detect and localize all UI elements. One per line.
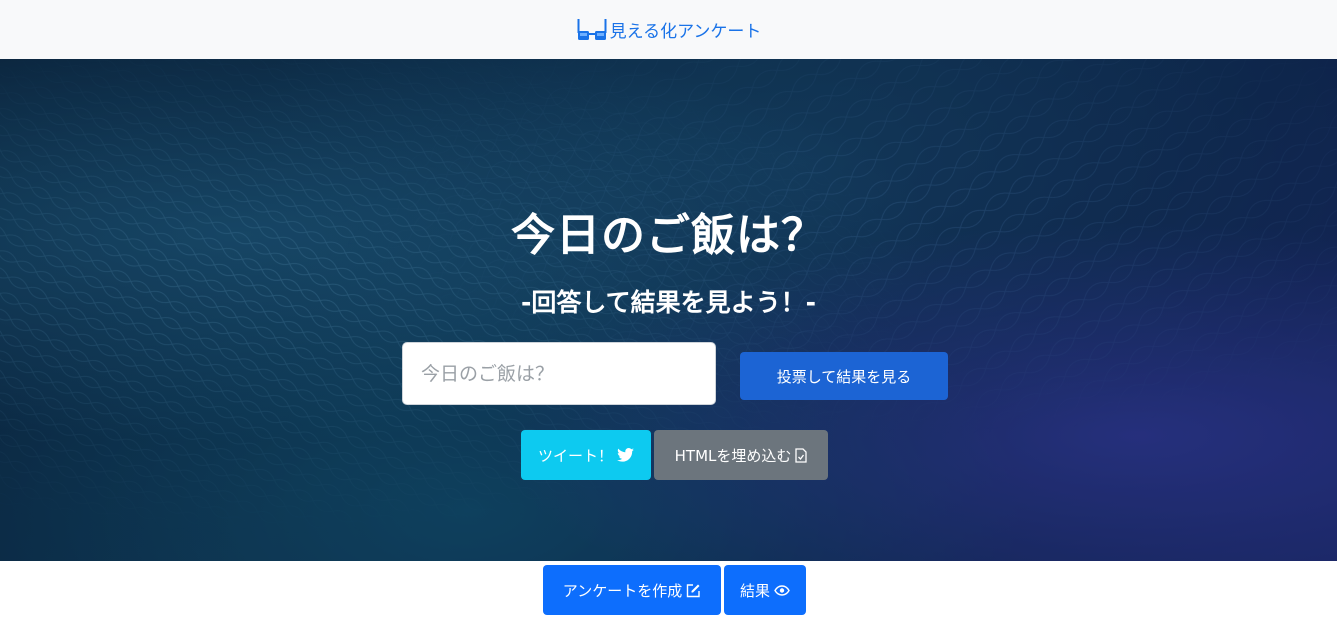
top-navbar: 見える化アンケート xyxy=(0,0,1337,59)
vote-button-label: 投票して結果を見る xyxy=(776,367,912,386)
eye-icon xyxy=(774,584,790,596)
edit-icon xyxy=(686,583,701,598)
file-check-icon xyxy=(795,447,808,463)
vote-button[interactable]: 投票して結果を見る xyxy=(740,352,948,400)
embed-html-button[interactable]: HTMLを埋め込む xyxy=(654,430,828,480)
tweet-button-label: ツイート！ xyxy=(537,446,613,465)
page-title: 今日のご飯は？ xyxy=(511,210,826,261)
glasses-icon xyxy=(576,18,608,42)
tweet-button[interactable]: ツイート！ xyxy=(521,430,651,480)
brand-link[interactable]: 見える化アンケート xyxy=(576,17,762,42)
embed-button-label: HTMLを埋め込む xyxy=(674,446,792,465)
result-button-label: 結果 xyxy=(739,581,770,600)
create-button-label: アンケートを作成 xyxy=(562,581,683,600)
answer-input[interactable] xyxy=(402,342,716,405)
create-survey-button[interactable]: アンケートを作成 xyxy=(543,565,721,615)
brand-text: 見える化アンケート xyxy=(609,22,762,42)
hero-section: 今日のご飯は？ -回答して結果を見よう！- 投票して結果を見る ツイート！ HT… xyxy=(0,59,1337,561)
twitter-icon xyxy=(617,448,634,462)
result-button[interactable]: 結果 xyxy=(724,565,806,615)
page-subtitle: -回答して結果を見よう！- xyxy=(520,288,816,317)
